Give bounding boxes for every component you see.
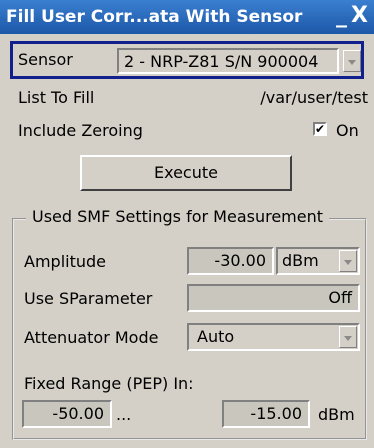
use-sparameter-value: Off (187, 284, 360, 312)
amplitude-unit: dBm (282, 251, 319, 270)
close-icon[interactable]: X (351, 4, 368, 30)
attenuator-mode-dropdown-icon[interactable] (339, 326, 357, 348)
smf-settings-title: Used SMF Settings for Measurement (26, 207, 330, 226)
include-zeroing-label: Include Zeroing (18, 121, 143, 140)
use-sparameter-label: Use SParameter (24, 289, 153, 308)
amplitude-unit-dropdown-icon[interactable] (339, 250, 357, 272)
window-controls: _ X (336, 4, 368, 30)
attenuator-mode-label: Attenuator Mode (24, 328, 159, 347)
amplitude-label: Amplitude (24, 252, 106, 271)
fixed-range-to: -15.00 (222, 400, 310, 428)
sensor-dropdown-icon[interactable] (343, 50, 361, 72)
list-to-fill-value[interactable]: /var/user/test (260, 88, 368, 107)
title-bar: Fill User Corr...ata With Sensor _ X (0, 0, 374, 34)
include-zeroing-state: On (336, 121, 359, 140)
list-to-fill-label: List To Fill (18, 88, 95, 107)
include-zeroing-checkbox[interactable]: ✔ (313, 122, 327, 136)
attenuator-mode-select[interactable]: Auto (187, 323, 360, 351)
window-title: Fill User Corr...ata With Sensor (6, 7, 303, 27)
attenuator-mode-value: Auto (197, 327, 235, 346)
fixed-range-unit: dBm (318, 405, 355, 424)
sensor-select[interactable]: 2 - NRP-Z81 S/N 900004 (117, 48, 339, 74)
fixed-range-from: -50.00 (22, 400, 112, 428)
sensor-label: Sensor (18, 50, 73, 69)
minimize-icon[interactable]: _ (336, 4, 347, 30)
fixed-range-separator: ... (116, 405, 132, 424)
check-icon: ✔ (315, 122, 326, 136)
execute-button[interactable]: Execute (80, 155, 292, 191)
amplitude-input[interactable]: -30.00 (187, 247, 274, 275)
sensor-value: 2 - NRP-Z81 S/N 900004 (124, 52, 319, 71)
fixed-range-label: Fixed Range (PEP) In: (24, 374, 194, 393)
